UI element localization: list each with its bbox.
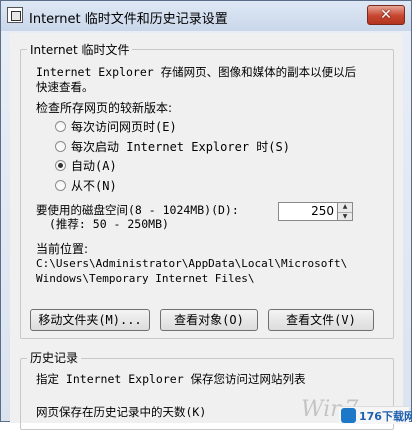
spin-up-icon[interactable]: ▲	[338, 203, 352, 211]
dialog-icon	[7, 7, 23, 23]
history-description: 指定 Internet Explorer 保存您访问过网站列表	[36, 372, 306, 386]
radio-automatic-label[interactable]: 自动(A)	[71, 157, 117, 174]
logo-icon	[341, 408, 356, 423]
radio-never-label[interactable]: 从不(N)	[71, 177, 117, 194]
history-days-label: 网页保存在历史记录中的天数(K)	[36, 405, 207, 419]
temp-files-description-line1: Internet Explorer 存储网页、图像和媒体的副本以便以后	[36, 65, 357, 79]
history-group-title: 历史记录	[27, 349, 82, 366]
settings-dialog: Internet 临时文件和历史记录设置 ✕ Internet 临时文件 Int…	[0, 0, 412, 430]
temp-files-description-line2: 快速查看。	[36, 80, 94, 94]
radio-every-start-label[interactable]: 每次启动 Internet Explorer 时(S)	[71, 138, 290, 155]
radio-automatic[interactable]	[55, 160, 66, 171]
disk-space-hint: (推荐: 50 - 250MB)	[49, 217, 169, 231]
site-logo-176: 176下载网	[339, 406, 412, 424]
spin-down-icon[interactable]: ▼	[338, 212, 352, 221]
view-files-button[interactable]: 查看文件(V)	[268, 309, 374, 331]
current-location-path-line1: C:\Users\Administrator\AppData\Local\Mic…	[36, 257, 348, 270]
radio-every-visit[interactable]	[55, 121, 66, 132]
title-bar[interactable]: Internet 临时文件和历史记录设置 ✕	[1, 1, 411, 31]
move-folder-button[interactable]: 移动文件夹(M)...	[30, 309, 150, 331]
disk-space-spinner[interactable]: ▲ ▼	[338, 202, 353, 221]
radio-every-visit-label[interactable]: 每次访问网页时(E)	[71, 118, 177, 135]
current-location-label: 当前位置:	[36, 242, 89, 256]
radio-never[interactable]	[55, 180, 66, 191]
close-button[interactable]: ✕	[367, 5, 405, 25]
current-location-path-line2: Windows\Temporary Internet Files\	[36, 272, 255, 285]
disk-space-input[interactable]: 250	[278, 202, 338, 221]
dialog-title: Internet 临时文件和历史记录设置	[29, 12, 228, 27]
radio-every-start[interactable]	[55, 141, 66, 152]
close-icon: ✕	[380, 7, 392, 23]
temp-files-group-title: Internet 临时文件	[27, 41, 133, 58]
view-objects-button[interactable]: 查看对象(O)	[160, 309, 258, 331]
check-newer-prompt: 检查所存网页的较新版本:	[36, 101, 173, 115]
